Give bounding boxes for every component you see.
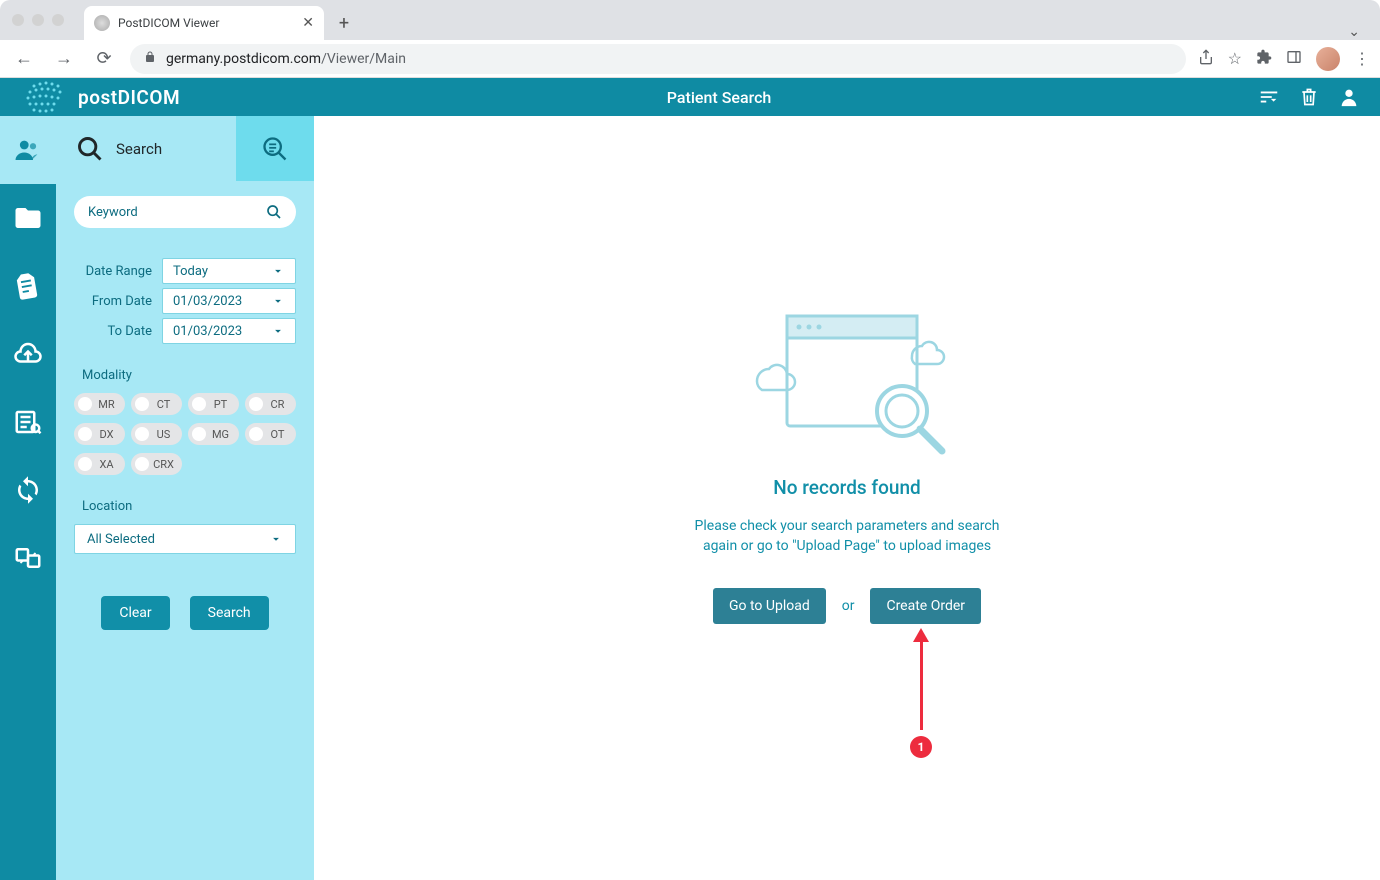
new-tab-button[interactable]: +: [330, 9, 358, 37]
nav-sync[interactable]: [0, 456, 56, 524]
page-title: Patient Search: [180, 88, 1258, 107]
modality-toggle-mg[interactable]: MG: [188, 423, 239, 445]
no-records-description: Please check your search parameters and …: [682, 517, 1012, 556]
modality-toggle-us[interactable]: US: [131, 423, 182, 445]
star-icon[interactable]: ☆: [1228, 49, 1242, 68]
back-button[interactable]: ←: [10, 48, 38, 69]
tabs-dropdown-icon[interactable]: ⌄: [1348, 24, 1360, 40]
window-maximize-icon[interactable]: [52, 14, 64, 26]
date-range-select[interactable]: Today: [162, 258, 296, 284]
window-minimize-icon[interactable]: [32, 14, 44, 26]
user-icon[interactable]: [1338, 86, 1360, 108]
globe-icon: [20, 78, 68, 116]
chevron-down-icon: [271, 294, 285, 308]
left-nav: [0, 116, 56, 880]
menu-icon[interactable]: ⋮: [1354, 49, 1370, 68]
search-icon[interactable]: [266, 204, 282, 220]
modality-label: Modality: [82, 368, 296, 383]
modality-toggle-xa[interactable]: XA: [74, 453, 125, 475]
go-to-upload-button[interactable]: Go to Upload: [713, 588, 826, 624]
annotation-arrow: 1: [910, 628, 932, 758]
sort-icon[interactable]: [1258, 86, 1280, 108]
nav-documents[interactable]: [0, 252, 56, 320]
modality-toggle-ot[interactable]: OT: [245, 423, 296, 445]
browser-titlebar: PostDICOM Viewer ✕ + ⌄: [0, 0, 1380, 40]
chevron-down-icon: [269, 532, 283, 546]
lock-icon: [144, 51, 156, 67]
browser-chrome: PostDICOM Viewer ✕ + ⌄ ← → ⟳ germany.pos…: [0, 0, 1380, 78]
to-date-select[interactable]: 01/03/2023: [162, 318, 296, 344]
date-range-label: Date Range: [74, 264, 152, 279]
browser-tab[interactable]: PostDICOM Viewer ✕: [84, 6, 324, 40]
location-select[interactable]: All Selected: [74, 524, 296, 554]
panel-icon[interactable]: [1286, 49, 1302, 69]
app-logo[interactable]: postDICOM: [20, 78, 180, 116]
logo-text: postDICOM: [78, 86, 180, 109]
tab-search[interactable]: Search: [56, 116, 236, 181]
profile-avatar[interactable]: [1316, 47, 1340, 71]
keyword-field[interactable]: [88, 205, 266, 220]
forward-button[interactable]: →: [50, 48, 78, 69]
modality-toggle-crx[interactable]: CRX: [131, 453, 182, 475]
advanced-search-icon: [261, 135, 289, 163]
nav-compare[interactable]: [0, 524, 56, 592]
modality-toggle-pt[interactable]: PT: [188, 393, 239, 415]
clear-button[interactable]: Clear: [101, 596, 169, 630]
trash-icon[interactable]: [1298, 86, 1320, 108]
modality-toggle-cr[interactable]: CR: [245, 393, 296, 415]
main-content: No records found Please check your searc…: [314, 116, 1380, 880]
close-icon[interactable]: ✕: [302, 15, 314, 31]
search-panel: Search Date Range Today From Date: [56, 116, 314, 880]
modality-grid: MR CT PT CR DX US MG OT XA CRX: [74, 393, 296, 475]
nav-worklist[interactable]: [0, 388, 56, 456]
tab-title: PostDICOM Viewer: [118, 16, 219, 30]
chevron-down-icon: [271, 324, 285, 338]
location-label: Location: [82, 499, 296, 514]
create-order-button[interactable]: Create Order: [870, 588, 981, 624]
modality-toggle-dx[interactable]: DX: [74, 423, 125, 445]
search-icon: [76, 135, 104, 163]
to-date-label: To Date: [74, 324, 152, 339]
share-icon[interactable]: [1198, 49, 1214, 69]
address-bar: ← → ⟳ germany.postdicom.com/Viewer/Main …: [0, 40, 1380, 78]
tab-advanced-search[interactable]: [236, 116, 314, 181]
from-date-select[interactable]: 01/03/2023: [162, 288, 296, 314]
from-date-label: From Date: [74, 294, 152, 309]
chevron-down-icon: [271, 264, 285, 278]
app-header: postDICOM Patient Search: [0, 78, 1380, 116]
or-text: or: [842, 598, 855, 614]
extensions-icon[interactable]: [1256, 49, 1272, 69]
modality-toggle-mr[interactable]: MR: [74, 393, 125, 415]
url-text: germany.postdicom.com/Viewer/Main: [166, 51, 406, 67]
favicon-icon: [94, 15, 110, 31]
search-button[interactable]: Search: [190, 596, 269, 630]
url-input[interactable]: germany.postdicom.com/Viewer/Main: [130, 44, 1186, 74]
nav-folders[interactable]: [0, 184, 56, 252]
nav-upload[interactable]: [0, 320, 56, 388]
window-close-icon[interactable]: [12, 14, 24, 26]
empty-state-illustration: [737, 296, 957, 456]
annotation-badge: 1: [910, 736, 932, 758]
no-records-title: No records found: [773, 476, 920, 499]
keyword-input[interactable]: [74, 196, 296, 228]
nav-patients[interactable]: [0, 116, 56, 184]
tab-search-label: Search: [116, 140, 162, 158]
modality-toggle-ct[interactable]: CT: [131, 393, 182, 415]
reload-button[interactable]: ⟳: [90, 48, 118, 69]
